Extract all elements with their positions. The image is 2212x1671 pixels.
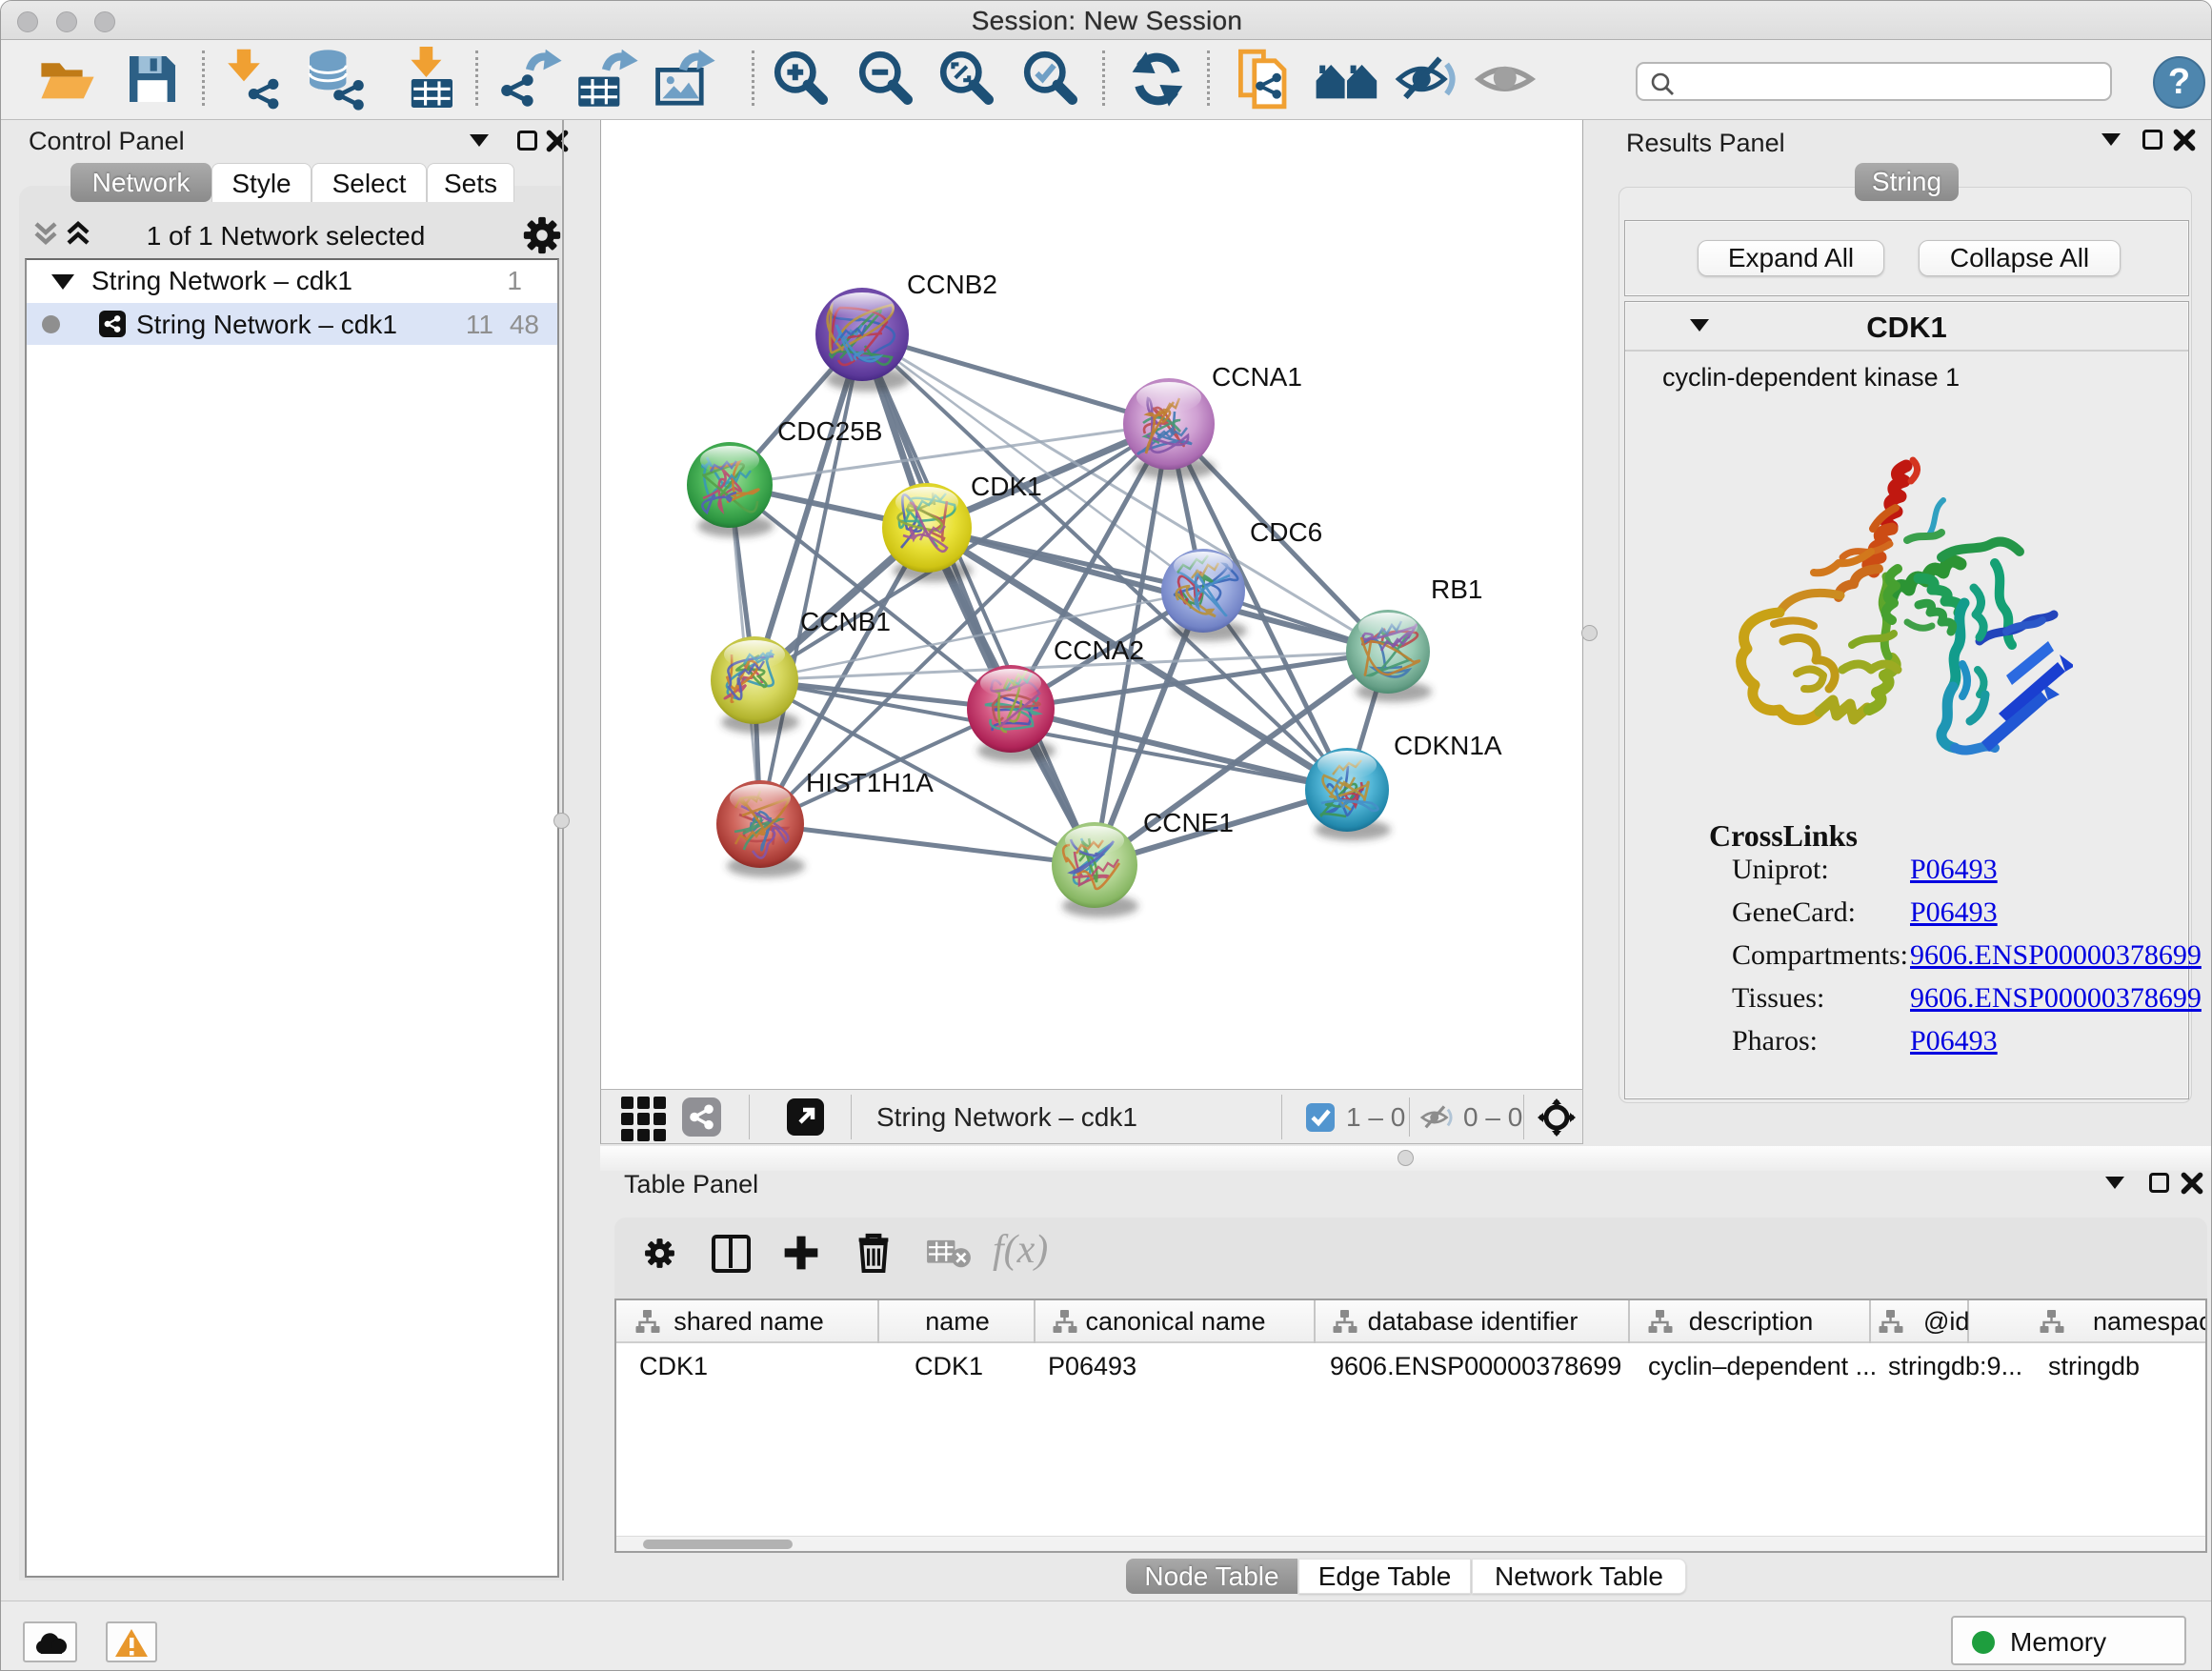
svg-text:CCNA2: CCNA2 (1054, 635, 1144, 665)
svg-text:CDC6: CDC6 (1250, 517, 1322, 547)
svg-text:CCNE1: CCNE1 (1143, 808, 1234, 837)
svg-text:RB1: RB1 (1431, 574, 1482, 604)
svg-text:CCNB2: CCNB2 (907, 270, 997, 299)
svg-text:CDKN1A: CDKN1A (1394, 731, 1502, 760)
svg-text:CDC25B: CDC25B (777, 416, 882, 446)
svg-text:HIST1H1A: HIST1H1A (806, 768, 934, 797)
svg-text:CDK1: CDK1 (971, 472, 1042, 501)
svg-text:CCNA1: CCNA1 (1212, 362, 1302, 392)
svg-text:CCNB1: CCNB1 (800, 607, 891, 636)
